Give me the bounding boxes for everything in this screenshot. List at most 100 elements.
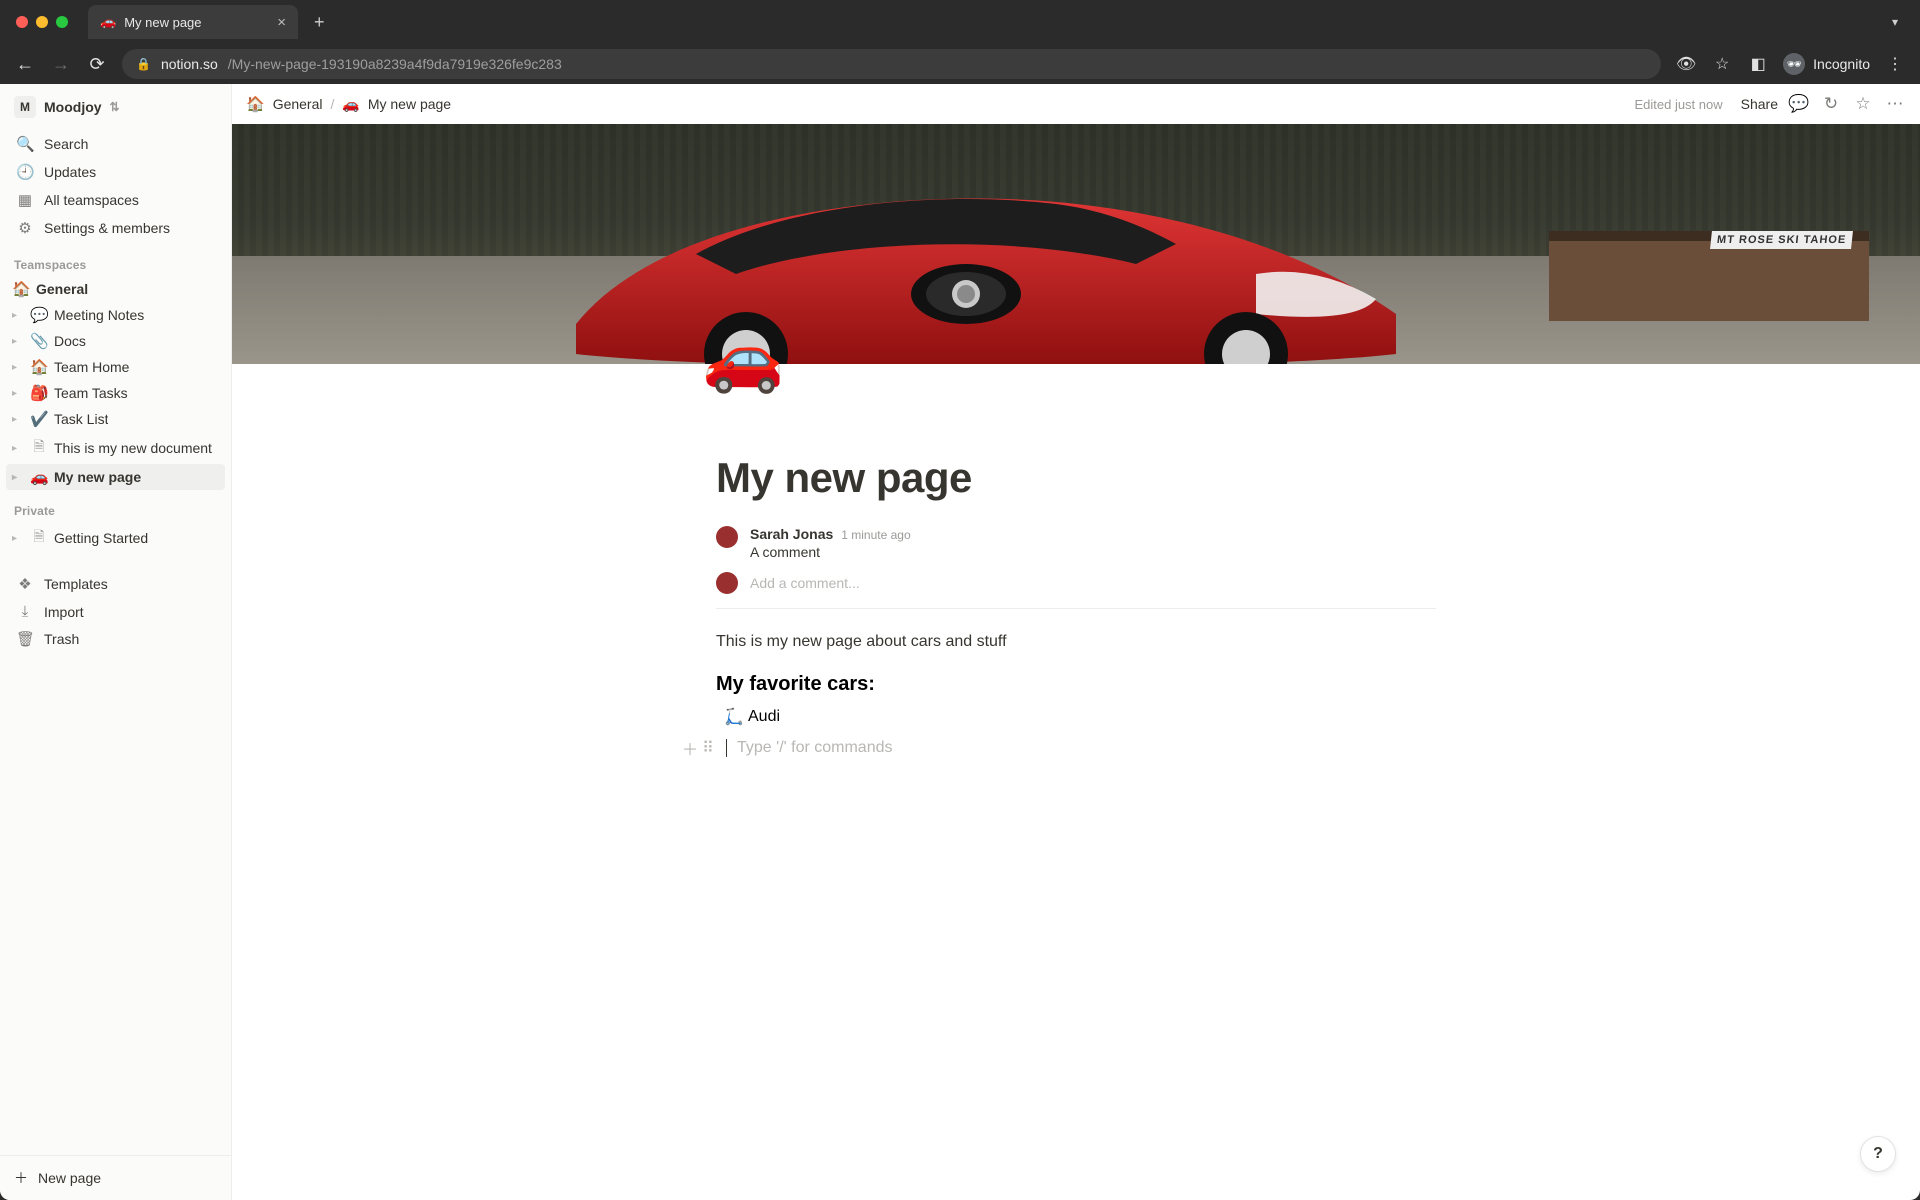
sidebar-search[interactable]: 🔍Search	[6, 130, 225, 158]
list-item[interactable]: 🛴 Audi	[716, 704, 1436, 730]
url-path: /My-new-page-193190a8239a4f9da7919e326fe…	[228, 56, 562, 72]
paragraph-block[interactable]: This is my new page about cars and stuff	[716, 633, 1436, 651]
label: Getting Started	[54, 530, 148, 546]
label: New page	[38, 1170, 101, 1186]
page-content: My new page Sarah Jonas1 minute ago A co…	[716, 364, 1436, 800]
label: Trash	[44, 631, 79, 647]
lock-icon: 🔒	[136, 57, 151, 71]
incognito-icon: 🕶	[1783, 53, 1805, 75]
back-button[interactable]: ←	[14, 54, 36, 75]
sidebar-settings[interactable]: ⚙Settings & members	[6, 214, 225, 242]
tree-docs[interactable]: ▸📎Docs	[6, 328, 225, 354]
templates-icon: ❖	[16, 575, 34, 593]
tab-favicon: 🚗	[100, 14, 116, 30]
page-icon: 🚗	[30, 468, 48, 486]
sidebar-primary-nav: 🔍Search 🕘Updates ▦All teamspaces ⚙Settin…	[0, 128, 231, 244]
reload-button[interactable]: ⟳	[86, 54, 108, 75]
forward-button[interactable]: →	[50, 54, 72, 75]
page-icon: 📎	[30, 332, 48, 350]
tree-meeting-notes[interactable]: ▸💬Meeting Notes	[6, 302, 225, 328]
more-icon[interactable]: ⋯	[1884, 94, 1906, 114]
label: This is my new document	[54, 440, 212, 456]
tree-my-new-page[interactable]: ▸🚗My new page	[6, 464, 225, 490]
empty-block[interactable]: ＋ ⠿ Type '/' for commands	[674, 736, 1436, 760]
tabs-menu-icon[interactable]: ▾	[1892, 15, 1904, 29]
comment-time: 1 minute ago	[841, 528, 910, 542]
placeholder-text: Type '/' for commands	[737, 739, 893, 757]
window-controls	[16, 16, 68, 28]
tracking-icon[interactable]: 👁	[1675, 54, 1697, 74]
sidebar-utilities: ❖Templates ⤓Import 🗑Trash	[0, 568, 231, 655]
comment[interactable]: Sarah Jonas1 minute ago A comment	[716, 520, 1436, 566]
label: General	[36, 281, 88, 297]
workspace-switcher[interactable]: M Moodjoy ⇅	[0, 84, 231, 128]
favorite-star-icon[interactable]: ☆	[1852, 94, 1874, 114]
sidebar-all-teamspaces[interactable]: ▦All teamspaces	[6, 186, 225, 214]
cover-image[interactable]: MT ROSE SKI TAHOE	[232, 124, 1920, 364]
edit-status: Edited just now	[1634, 97, 1722, 112]
workspace-name: Moodjoy	[44, 99, 102, 115]
side-panel-icon[interactable]: ◧	[1747, 54, 1769, 74]
share-button[interactable]: Share	[1741, 96, 1778, 112]
browser-chrome: 🚗 My new page × + ▾ ← → ⟳ 🔒 notion.so/My…	[0, 0, 1920, 84]
avatar	[716, 526, 738, 548]
browser-tab[interactable]: 🚗 My new page ×	[88, 5, 298, 39]
address-bar[interactable]: 🔒 notion.so/My-new-page-193190a8239a4f9d…	[122, 49, 1661, 79]
list-item-text: Audi	[748, 708, 780, 726]
gear-icon: ⚙	[16, 219, 34, 237]
heading-block[interactable]: My favorite cars:	[716, 673, 1436, 696]
new-page-button[interactable]: ＋New page	[0, 1156, 231, 1200]
divider	[716, 608, 1436, 609]
add-block-icon[interactable]: ＋	[674, 736, 690, 760]
breadcrumb-root[interactable]: General	[273, 96, 323, 112]
sidebar-updates[interactable]: 🕘Updates	[6, 158, 225, 186]
tree-task-list[interactable]: ▸✔️Task List	[6, 406, 225, 432]
sidebar-templates[interactable]: ❖Templates	[6, 570, 225, 598]
document-icon: 🗎	[30, 526, 48, 550]
new-tab-button[interactable]: +	[306, 12, 333, 33]
car-icon: 🚗	[342, 96, 359, 113]
notion-app: M Moodjoy ⇅ 🔍Search 🕘Updates ▦All teamsp…	[0, 84, 1920, 1200]
close-window[interactable]	[16, 16, 28, 28]
breadcrumb: 🏠 General / 🚗 My new page	[246, 95, 451, 113]
toolbar: ← → ⟳ 🔒 notion.so/My-new-page-193190a823…	[0, 44, 1920, 84]
search-icon: 🔍	[16, 135, 34, 153]
minimize-window[interactable]	[36, 16, 48, 28]
comments-icon[interactable]: 💬	[1788, 94, 1810, 114]
add-comment-input[interactable]	[750, 575, 1436, 591]
label: Meeting Notes	[54, 307, 144, 323]
tree-getting-started[interactable]: ▸🗎Getting Started	[6, 522, 225, 554]
teamspace-tree: 🏠 General ▸💬Meeting Notes ▸ 📎 Docs ▸🏠Team …	[0, 276, 231, 490]
tab-title: My new page	[124, 15, 201, 30]
tree-team-home[interactable]: ▸🏠Team Home	[6, 354, 225, 380]
sidebar-footer: ＋New page	[0, 1155, 231, 1200]
breadcrumb-page[interactable]: My new page	[368, 96, 451, 112]
drag-handle-icon[interactable]: ⠿	[700, 738, 716, 758]
page-title[interactable]: My new page	[716, 454, 1436, 502]
page-icon[interactable]: 🚗	[702, 319, 784, 397]
chevron-right-icon: ▸	[12, 443, 24, 454]
sidebar-import[interactable]: ⤓Import	[6, 598, 225, 625]
bookmark-star-icon[interactable]: ☆	[1711, 54, 1733, 74]
section-teamspaces: Teamspaces	[0, 244, 231, 276]
history-icon[interactable]: ↻	[1820, 94, 1842, 114]
text-caret	[726, 739, 727, 757]
chevron-right-icon: ▸	[12, 472, 24, 483]
tree-new-document[interactable]: ▸ 🗎 This is my new document	[6, 432, 225, 464]
help-button[interactable]: ?	[1860, 1136, 1896, 1172]
zoom-window[interactable]	[56, 16, 68, 28]
tree-general[interactable]: 🏠 General	[6, 276, 225, 302]
sidebar-trash[interactable]: 🗑Trash	[6, 625, 225, 653]
add-comment[interactable]	[716, 566, 1436, 594]
label: All teamspaces	[44, 192, 139, 208]
kebab-menu-icon[interactable]: ⋮	[1884, 54, 1906, 74]
comment-author: Sarah Jonas	[750, 526, 833, 542]
close-tab-icon[interactable]: ×	[277, 14, 286, 31]
document-icon: 🗎	[30, 436, 48, 460]
label: Updates	[44, 164, 96, 180]
chevron-right-icon: ▸	[12, 414, 24, 425]
import-icon: ⤓	[16, 603, 34, 620]
tree-team-tasks[interactable]: ▸🎒Team Tasks	[6, 380, 225, 406]
label: Docs	[54, 333, 86, 349]
profile-chip[interactable]: 🕶 Incognito	[1783, 53, 1870, 75]
